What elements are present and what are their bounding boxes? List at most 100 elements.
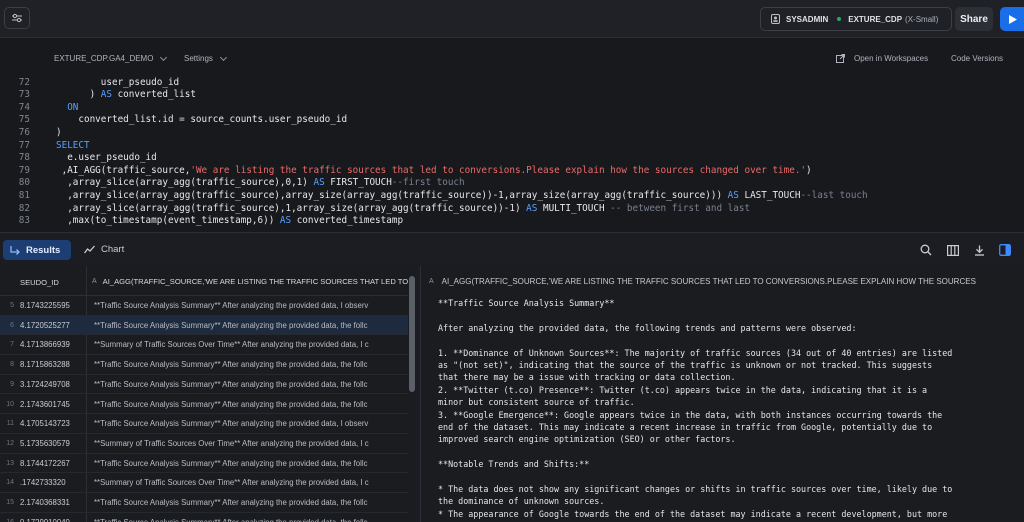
column-header-user-pseudo-id[interactable]: SEUDO_ID: [20, 278, 59, 287]
detail-text-line: * The appearance of Google towards the e…: [438, 508, 948, 519]
row-number: 15: [6, 499, 14, 506]
code-text: ,AI_AGG(traffic_source,'We are listing t…: [56, 165, 812, 176]
table-row[interactable]: 6 4.1720525277 **Traffic Source Analysis S…: [0, 315, 410, 336]
sliders-icon: [12, 13, 22, 23]
table-row[interactable]: 10 2.1743601745 **Traffic Source Analysis …: [0, 395, 410, 415]
run-button[interactable]: [1000, 7, 1024, 31]
code-token: converted_list: [111, 89, 196, 101]
cell-ai-agg[interactable]: **Traffic Source Analysis Summary** Afte…: [94, 518, 406, 522]
code-token: --first touch: [391, 177, 465, 189]
table-row[interactable]: 160.1729910040**Traffic Source Analysis …: [0, 513, 410, 522]
cell-ai-agg[interactable]: **Summary of Traffic Sources Over Time**…: [94, 340, 406, 349]
cell-ai-agg[interactable]: **Traffic Source Analysis Summary** Afte…: [94, 380, 406, 389]
code-token: converted_list.id = source_counts.user_p…: [56, 114, 348, 126]
code-token: AS: [279, 215, 292, 227]
line-number: 81: [18, 190, 30, 201]
external-link-icon: [836, 54, 845, 63]
code-line[interactable]: 76): [0, 127, 1024, 140]
code-token: AS: [313, 177, 325, 189]
code-text: ,array_slice(array_agg(traffic_source),a…: [56, 190, 867, 201]
column-header-ai-agg[interactable]: A AI_AGG(TRAFFIC_SOURCE,'WE ARE LISTING …: [92, 277, 410, 286]
detail-text-line: **Traffic Source Analysis Summary**: [438, 298, 615, 308]
code-line[interactable]: ANSI BY: [0, 70, 1024, 77]
search-button[interactable]: [918, 242, 934, 258]
code-text: ,array_slice(array_agg(traffic_source),1…: [56, 203, 750, 214]
cell-user-pseudo-id[interactable]: 8.1715863288: [20, 360, 70, 369]
tab-chart[interactable]: Chart: [84, 244, 124, 255]
cell-user-pseudo-id[interactable]: .1742733320: [20, 478, 66, 487]
detail-text-line: 2. **Twitter (t.co) Presence**: Twitter …: [438, 384, 928, 395]
code-line[interactable]: 74 ON: [0, 102, 1024, 115]
cell-ai-agg[interactable]: **Traffic Source Analysis Summary** Afte…: [94, 360, 406, 369]
cell-user-pseudo-id[interactable]: 2.1743601745: [20, 400, 70, 409]
sql-editor[interactable]: ANSI BY72 user_pseudo_id73 ) AS converte…: [0, 70, 1024, 232]
cell-ai-agg[interactable]: **Summary of Traffic Sources Over Time**…: [94, 478, 406, 487]
row-number: 10: [6, 400, 14, 408]
row-number: 11: [6, 420, 14, 428]
table-row[interactable]: 5 8.1743225595 **Traffic Source Analysis S…: [0, 296, 410, 316]
filter-toggle-button[interactable]: [4, 7, 30, 29]
code-line[interactable]: 82 ,array_slice(array_agg(traffic_source…: [0, 203, 1024, 216]
grid-scrollbar-thumb[interactable]: [409, 276, 415, 392]
open-in-workspaces-link[interactable]: Open in Workspaces: [836, 54, 928, 63]
cell-user-pseudo-id[interactable]: 0.1729910040: [20, 518, 70, 522]
table-row[interactable]: 8 8.1715863288 **Traffic Source Analysis S…: [0, 355, 410, 375]
chart-line-icon: [84, 245, 95, 254]
cell-ai-agg[interactable]: **Traffic Source Analysis Summary** Afte…: [94, 419, 406, 428]
table-row[interactable]: 9 3.1724249708 **Traffic Source Analysis S…: [0, 375, 410, 395]
code-line[interactable]: 77 SELECT: [0, 140, 1024, 153]
table-row[interactable]: 15 2.1740368331 **Traffic Source Analysis …: [0, 493, 410, 513]
context-selector[interactable]: EXTURE_CDP.GA4_DEMO: [54, 53, 168, 63]
row-number: 9: [10, 380, 14, 388]
code-token: ,max(to_timestamp(event_timestamp,6)): [56, 215, 280, 227]
chevron-down-icon: [219, 53, 227, 61]
toggle-detail-panel-button[interactable]: [997, 242, 1013, 258]
share-button[interactable]: Share: [955, 7, 993, 31]
code-versions-label: Code Versions: [951, 54, 1004, 63]
code-line[interactable]: 83 ,max(to_timestamp(event_timestamp,6))…: [0, 215, 1024, 228]
cell-user-pseudo-id[interactable]: 4.1705143723: [20, 419, 70, 428]
code-line[interactable]: 79 ,AI_AGG(traffic_source,'We are listin…: [0, 165, 1024, 178]
cell-user-pseudo-id[interactable]: 4.1713866939: [20, 340, 70, 349]
role-warehouse-selector[interactable]: SYSADMIN EXTURE_CDP (X-Small): [760, 7, 952, 31]
code-token: ,array_slice(array_agg(traffic_source),0…: [56, 177, 314, 189]
cell-user-pseudo-id[interactable]: 4.1720525277: [20, 321, 70, 330]
download-button[interactable]: [971, 242, 987, 258]
code-line[interactable]: 75 converted_list.id = source_counts.use…: [0, 114, 1024, 127]
detail-text-line: the dominance of unknown sources.: [438, 496, 605, 507]
cell-ai-agg[interactable]: **Traffic Source Analysis Summary** Afte…: [94, 301, 406, 310]
cell-user-pseudo-id[interactable]: 2.1740368331: [20, 498, 70, 507]
open-in-workspaces-label: Open in Workspaces: [854, 54, 929, 63]
code-versions-button[interactable]: Code Versions: [951, 54, 1003, 63]
cell-user-pseudo-id[interactable]: 8.1744172267: [20, 459, 70, 468]
settings-menu[interactable]: Settings: [184, 53, 227, 63]
row-number: 14: [6, 479, 14, 487]
code-line[interactable]: 80 ,array_slice(array_agg(traffic_source…: [0, 177, 1024, 190]
code-text: ) AS converted_list: [56, 89, 196, 100]
cell-ai-agg[interactable]: **Summary of Traffic Sources Over Time**…: [94, 439, 406, 448]
code-line[interactable]: 81 ,array_slice(array_agg(traffic_source…: [0, 190, 1024, 203]
code-text: ): [56, 127, 62, 138]
table-row[interactable]: 11 4.1705143723 **Traffic Source Analysis …: [0, 414, 410, 434]
results-tab-label: Results: [26, 244, 61, 256]
cell-ai-agg[interactable]: **Traffic Source Analysis Summary** Afte…: [94, 321, 406, 330]
cell-user-pseudo-id[interactable]: 5.1735630579: [20, 439, 70, 448]
code-line[interactable]: 78 e.user_pseudo_id: [0, 152, 1024, 165]
cell-user-pseudo-id[interactable]: 3.1724249708: [20, 380, 70, 389]
table-row[interactable]: 14 .1742733320 **Summary of Traffic Source…: [0, 473, 410, 493]
columns-button[interactable]: [945, 242, 961, 258]
columns-icon: [947, 244, 959, 256]
cell-ai-agg[interactable]: **Traffic Source Analysis Summary** Afte…: [94, 498, 406, 507]
table-row[interactable]: 13 8.1744172267 **Traffic Source Analysis …: [0, 454, 410, 474]
row-number: 7: [10, 341, 14, 349]
table-row[interactable]: 12 5.1735630579 **Summary of Traffic Sourc…: [0, 434, 410, 454]
detail-text-line: 3. **Google Emergence**: Google appears …: [438, 409, 943, 420]
detail-text-line: end of the dataset. This may indicate a …: [438, 422, 933, 432]
tab-results[interactable]: Results: [3, 240, 71, 260]
cell-user-pseudo-id[interactable]: 8.1743225595: [20, 301, 70, 310]
cell-ai-agg[interactable]: **Traffic Source Analysis Summary** Afte…: [94, 400, 406, 409]
code-line[interactable]: 72 user_pseudo_id: [0, 77, 1024, 90]
code-line[interactable]: 73 ) AS converted_list: [0, 89, 1024, 102]
table-row[interactable]: 7 4.1713866939 **Summary of Traffic Source…: [0, 335, 410, 356]
cell-ai-agg[interactable]: **Traffic Source Analysis Summary** Afte…: [94, 459, 406, 468]
